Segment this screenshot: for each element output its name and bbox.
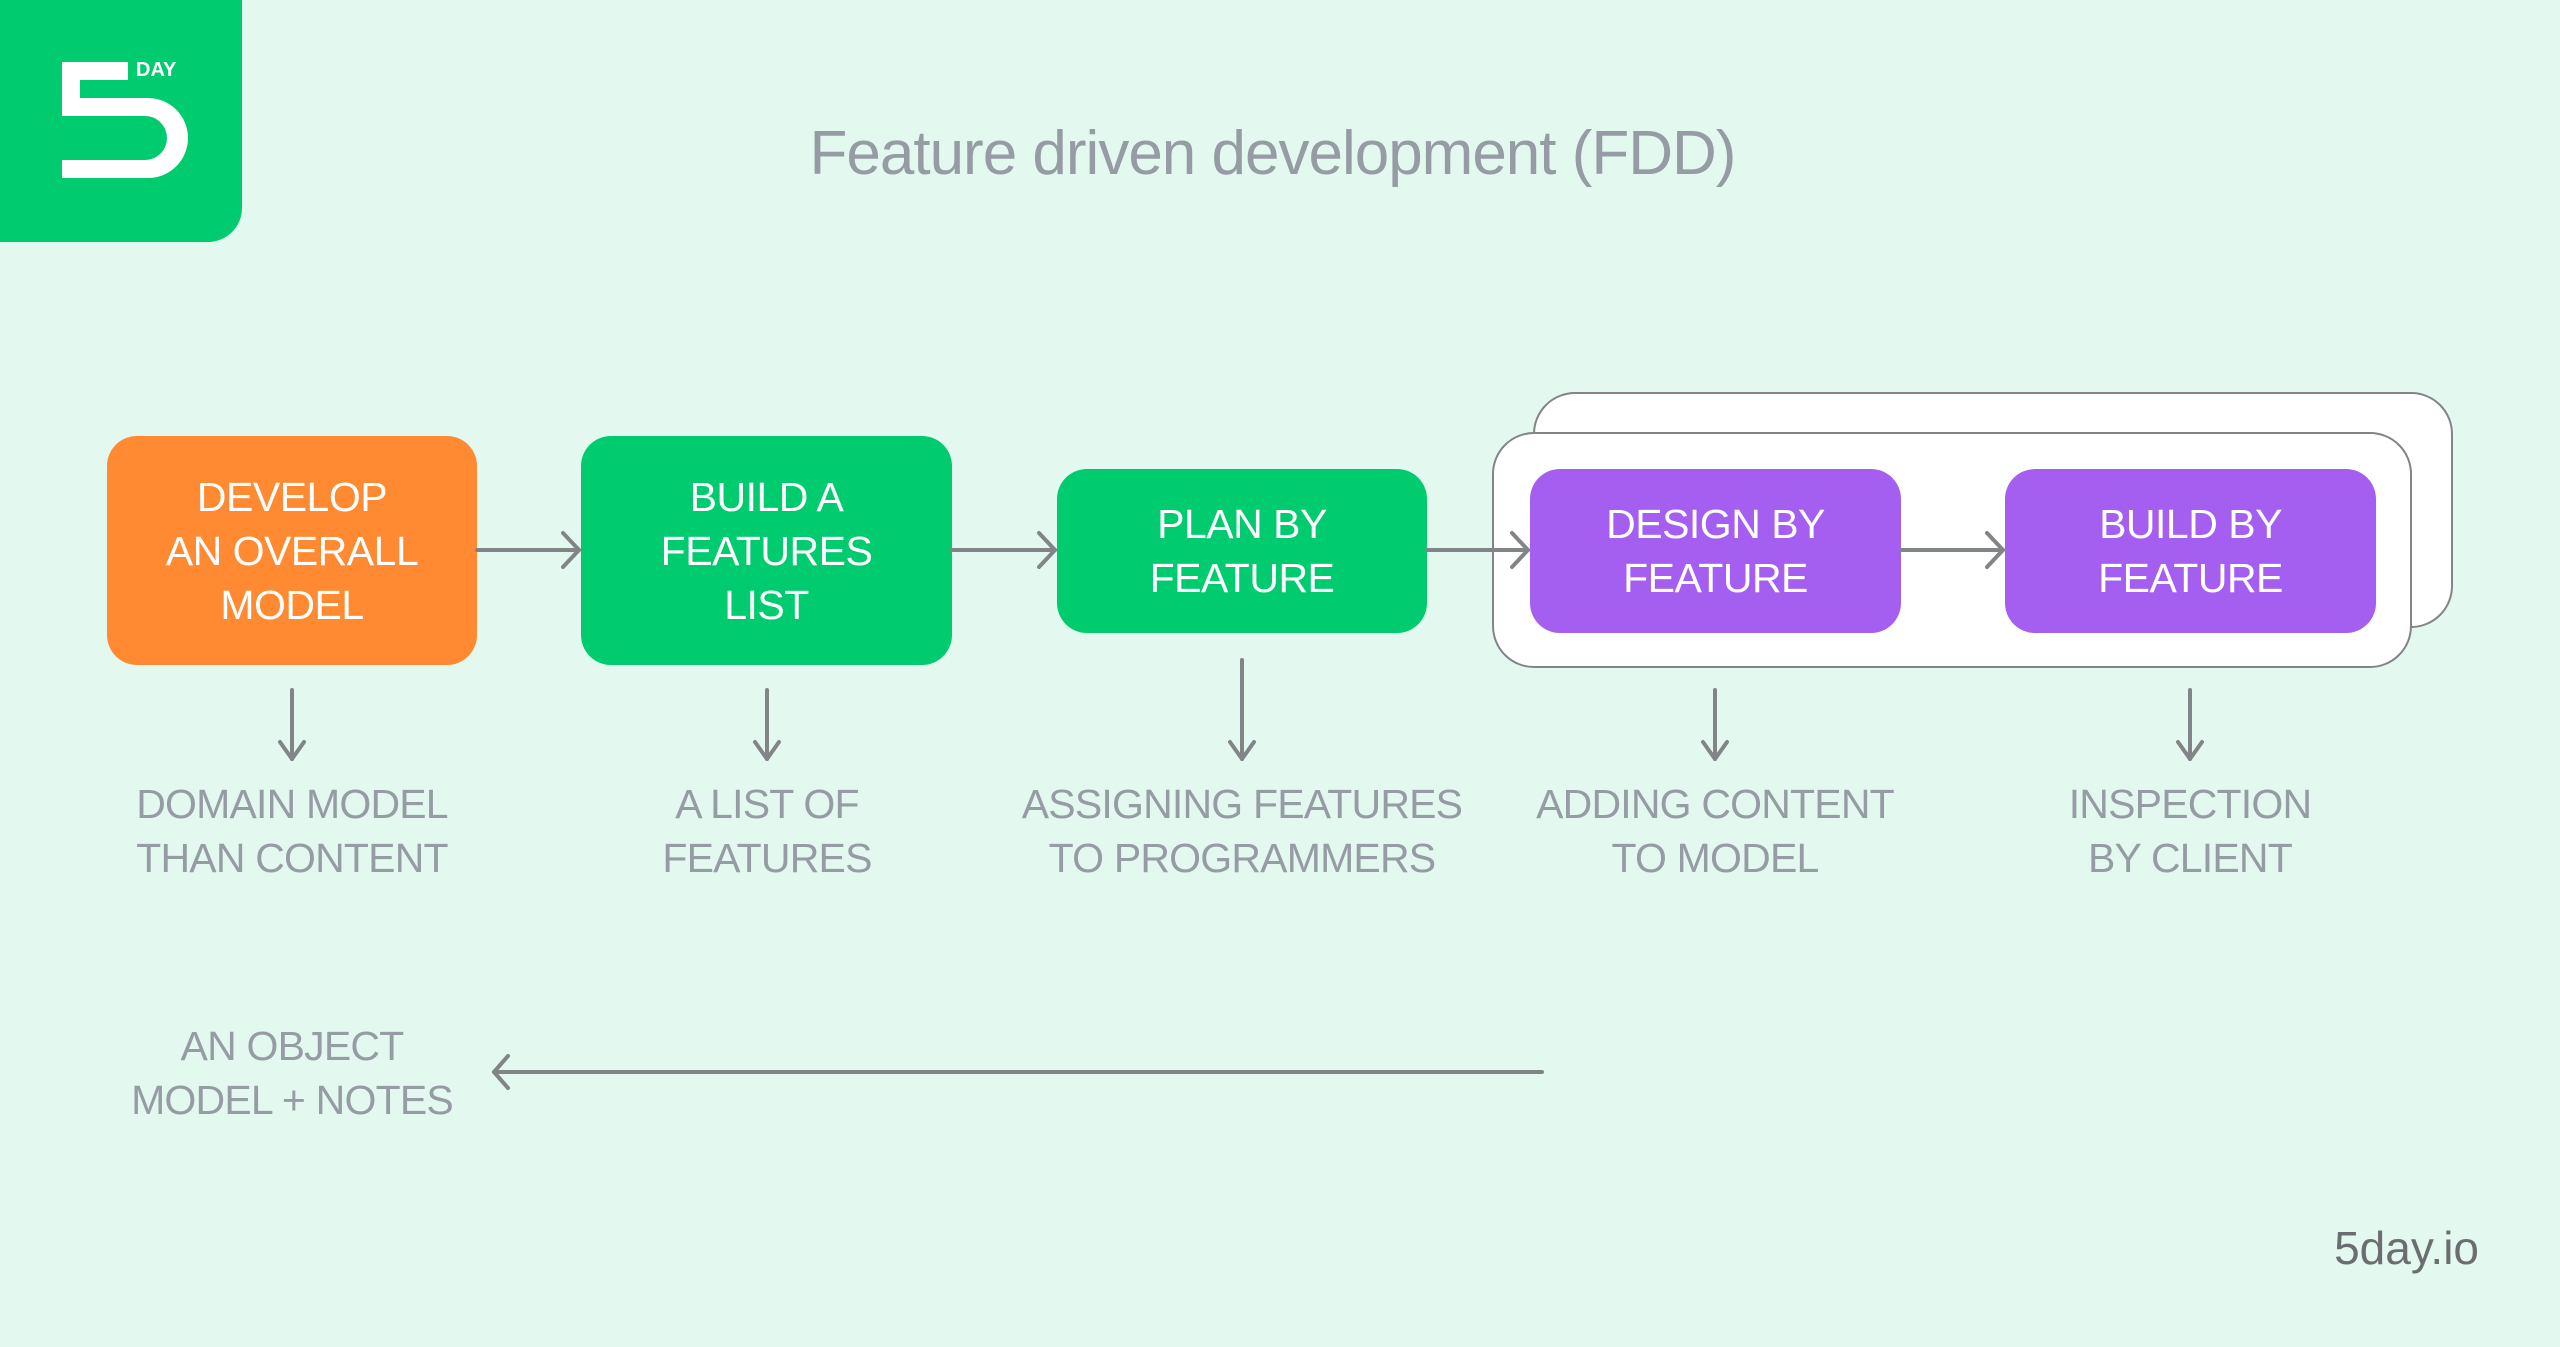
output-adding-content: ADDING CONTENT TO MODEL [1536,781,1895,881]
arrow-right-2 [950,531,1057,569]
site-url: 5day.io [2334,1222,2479,1274]
arrow-right-4 [1899,531,2005,569]
arrow-right-3 [1425,531,1530,569]
arrow-down-2 [753,688,781,761]
arrows-layer [278,531,2204,1090]
arrow-down-1 [278,688,306,761]
arrow-down-5 [2176,688,2204,761]
arrow-down-4 [1701,688,1729,761]
output-inspection: INSPECTION BY CLIENT [2068,781,2312,881]
arrow-down-3 [1228,658,1256,761]
arrow-left-return [492,1054,1544,1090]
output-list-of-features: A LIST OF FEATURES [662,781,872,881]
output-assigning-features: ASSIGNING FEATURES TO PROGRAMMERS [1021,781,1463,881]
final-output-object-model: AN OBJECT MODEL + NOTES [131,1023,454,1123]
output-domain-model: DOMAIN MODEL THAN CONTENT [136,781,448,881]
arrow-right-1 [475,531,581,569]
